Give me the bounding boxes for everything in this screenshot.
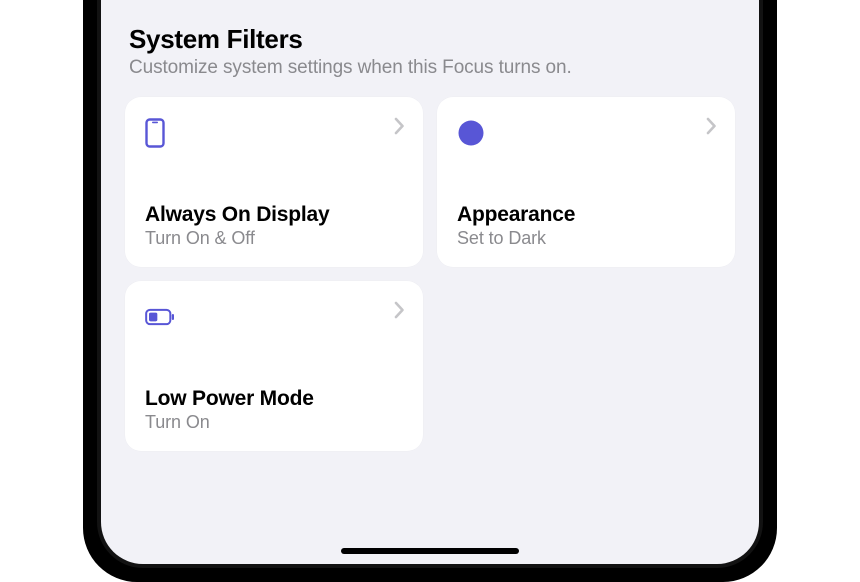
card-text: Always On Display Turn On & Off bbox=[145, 203, 405, 249]
filter-card-appearance[interactable]: Appearance Set to Dark bbox=[437, 97, 735, 267]
card-top-row bbox=[145, 301, 405, 333]
section-title: System Filters bbox=[129, 24, 735, 55]
chevron-right-icon bbox=[706, 117, 717, 135]
chevron-right-icon bbox=[394, 301, 405, 319]
filter-card-always-on-display[interactable]: Always On Display Turn On & Off bbox=[125, 97, 423, 267]
card-subtitle: Set to Dark bbox=[457, 228, 717, 249]
chevron-right-icon bbox=[394, 117, 405, 135]
home-indicator[interactable] bbox=[341, 548, 519, 554]
screen: System Filters Customize system settings… bbox=[101, 0, 759, 564]
section-header: System Filters Customize system settings… bbox=[125, 24, 735, 79]
filter-card-low-power-mode[interactable]: Low Power Mode Turn On bbox=[125, 281, 423, 451]
phone-frame: System Filters Customize system settings… bbox=[83, 0, 777, 582]
card-title: Appearance bbox=[457, 203, 717, 227]
card-top-row bbox=[457, 117, 717, 149]
card-text: Low Power Mode Turn On bbox=[145, 387, 405, 433]
card-title: Always On Display bbox=[145, 203, 405, 227]
card-title: Low Power Mode bbox=[145, 387, 405, 411]
phone-inner-bezel: System Filters Customize system settings… bbox=[97, 0, 763, 568]
battery-icon bbox=[145, 301, 175, 333]
filter-cards-grid: Always On Display Turn On & Off bbox=[125, 97, 735, 451]
card-subtitle: Turn On bbox=[145, 412, 405, 433]
card-top-row bbox=[145, 117, 405, 149]
section-subtitle: Customize system settings when this Focu… bbox=[129, 57, 735, 79]
card-subtitle: Turn On & Off bbox=[145, 228, 405, 249]
phone-icon bbox=[145, 117, 175, 149]
card-text: Appearance Set to Dark bbox=[457, 203, 717, 249]
appearance-icon bbox=[457, 117, 487, 149]
